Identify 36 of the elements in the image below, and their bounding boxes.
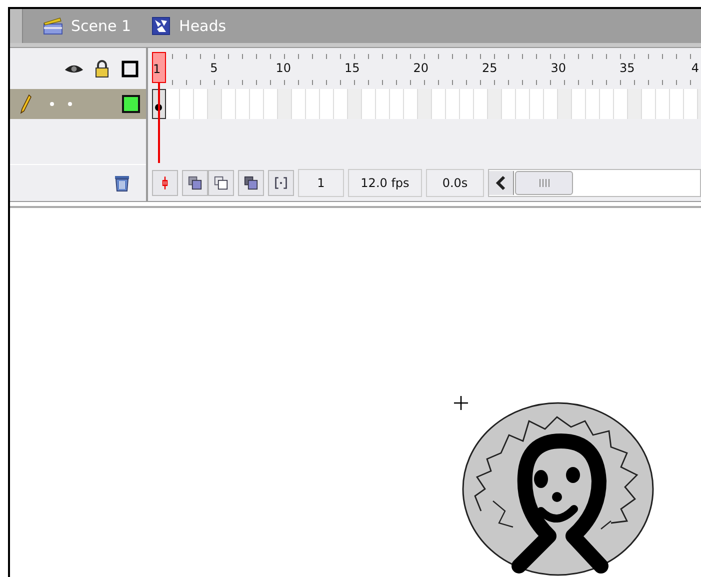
layer-row[interactable] bbox=[10, 89, 146, 119]
registration-cross-icon bbox=[454, 396, 468, 410]
onion-skin-button[interactable] bbox=[182, 170, 208, 196]
onion-outline-button[interactable] bbox=[208, 170, 234, 196]
scroll-thumb[interactable] bbox=[515, 171, 573, 195]
outline-color-swatch[interactable] bbox=[122, 95, 140, 113]
dot-icon[interactable] bbox=[68, 102, 72, 106]
frame-number[interactable]: 5 bbox=[207, 60, 221, 76]
frame-number[interactable]: 4 bbox=[688, 60, 701, 76]
frame-number[interactable]: 30 bbox=[550, 60, 565, 76]
elapsed-time-field: 0.0s bbox=[426, 169, 484, 197]
overlapping-squares-icon bbox=[188, 176, 202, 190]
clapperboard-icon bbox=[43, 17, 63, 35]
outlined-squares-icon bbox=[214, 176, 228, 190]
current-frame-field: 1 bbox=[298, 169, 344, 197]
onion-markers-button[interactable] bbox=[268, 170, 294, 196]
playhead-icon bbox=[161, 176, 169, 190]
scroll-left-icon[interactable] bbox=[489, 171, 514, 195]
center-frame-button[interactable] bbox=[152, 170, 178, 196]
frame-number[interactable]: 20 bbox=[413, 60, 428, 76]
edit-multiple-frames-button[interactable] bbox=[238, 170, 264, 196]
brackets-icon bbox=[274, 176, 288, 190]
outline-square-icon[interactable] bbox=[120, 60, 140, 78]
frame-number[interactable]: 15 bbox=[344, 60, 358, 76]
pencil-icon bbox=[20, 94, 32, 114]
frame-number[interactable]: 1 bbox=[152, 52, 166, 83]
frame-ruler[interactable]: 1 5 10 15 20 25 30 35 4 bbox=[152, 48, 701, 89]
stacked-squares-icon bbox=[244, 176, 258, 190]
frame-number[interactable]: 10 bbox=[276, 60, 290, 76]
symbol-icon bbox=[151, 17, 172, 35]
frame-rate-field[interactable]: 12.0 fps bbox=[348, 169, 422, 197]
frame-number[interactable]: 25 bbox=[482, 60, 496, 76]
dot-icon[interactable] bbox=[50, 102, 54, 106]
frame-number[interactable]: 35 bbox=[620, 60, 634, 76]
trash-icon[interactable] bbox=[114, 174, 130, 192]
horizontal-scrollbar[interactable] bbox=[488, 169, 701, 197]
